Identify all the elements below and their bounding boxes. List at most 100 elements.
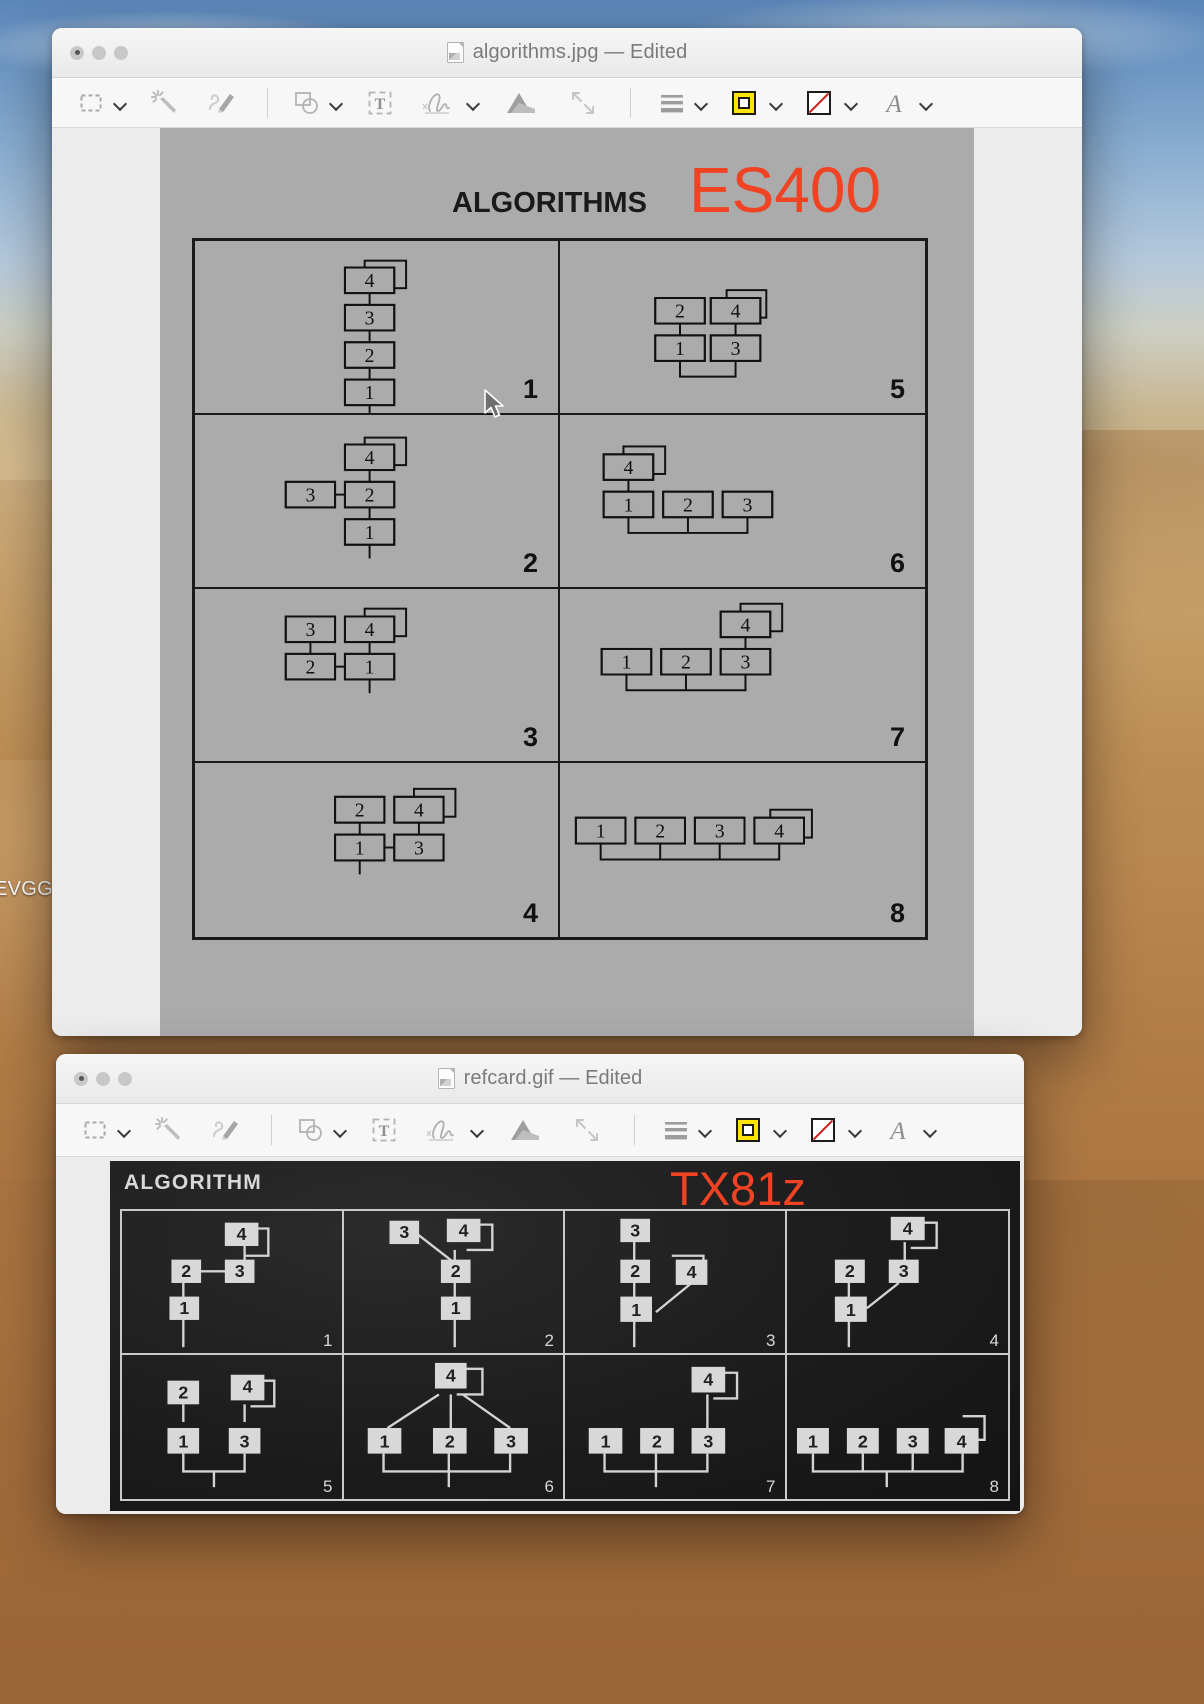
rectangular-selection-icon[interactable] xyxy=(78,1113,112,1147)
algorithm-diagram-5: 2 4 1 3 xyxy=(654,289,768,378)
algorithm-cell[interactable]: 1 2 3 4 8 xyxy=(560,763,925,937)
svg-text:2: 2 xyxy=(675,301,685,323)
markup-icon[interactable] xyxy=(199,86,245,120)
text-icon[interactable]: T xyxy=(361,1113,407,1147)
window-refcard[interactable]: refcard.gif — Edited T A ALGORITHM TX81z… xyxy=(56,1054,1024,1514)
algorithm-cell[interactable]: 4 1 2 3 6 xyxy=(560,415,925,589)
window-title-group: refcard.gif — Edited xyxy=(56,1054,1024,1103)
chevron-down-icon[interactable] xyxy=(470,1123,484,1137)
refcard-cell[interactable]: 4 2 3 1 1 xyxy=(122,1211,344,1355)
svg-text:1: 1 xyxy=(675,338,685,360)
titlebar-refcard[interactable]: refcard.gif — Edited xyxy=(56,1054,1024,1104)
refcard-cell[interactable]: 3 4 2 1 2 xyxy=(343,1211,565,1355)
svg-text:1: 1 xyxy=(623,494,633,516)
svg-text:4: 4 xyxy=(774,821,784,843)
border-color-icon[interactable] xyxy=(724,86,764,120)
instant-alpha-icon[interactable] xyxy=(141,86,187,120)
window-algorithms[interactable]: algorithms.jpg — Edited T A ALGORITHMS E… xyxy=(52,28,1082,1036)
chevron-down-icon[interactable] xyxy=(773,1123,787,1137)
refcard-number: 1 xyxy=(323,1331,333,1350)
svg-text:4: 4 xyxy=(365,447,375,469)
chevron-down-icon[interactable] xyxy=(113,96,127,110)
text-style-icon[interactable]: A xyxy=(878,1113,918,1147)
toolbar-algorithms[interactable]: T A xyxy=(52,78,1082,128)
minimize-button[interactable] xyxy=(92,45,106,60)
close-button[interactable] xyxy=(70,45,84,60)
refcard-diagram-2: 3 4 2 1 xyxy=(388,1218,493,1348)
window-title: algorithms.jpg — Edited xyxy=(472,41,688,63)
svg-text:2: 2 xyxy=(450,1261,460,1281)
chevron-down-icon[interactable] xyxy=(919,96,933,110)
chevron-down-icon[interactable] xyxy=(769,96,783,110)
toolbar-group-style: A xyxy=(655,86,933,120)
image-canvas-refcard[interactable]: ALGORITHM TX81z 4 2 3 1 1 3 4 2 1 2 3 2 … xyxy=(56,1157,1024,1514)
chevron-down-icon[interactable] xyxy=(466,96,480,110)
chevron-down-icon[interactable] xyxy=(698,1123,712,1137)
shape-style-icon[interactable] xyxy=(659,1113,693,1147)
markup-icon[interactable] xyxy=(203,1113,249,1147)
svg-text:2: 2 xyxy=(681,652,691,674)
algorithm-diagram-3: 3 4 2 1 xyxy=(284,607,408,694)
shapes-icon[interactable] xyxy=(290,86,324,120)
rectangular-selection-icon[interactable] xyxy=(74,86,108,120)
svg-text:3: 3 xyxy=(399,1222,409,1242)
refcard-cell[interactable]: 4 2 3 1 4 xyxy=(786,1211,1008,1355)
algorithm-cell[interactable]: 4 3 2 1 2 xyxy=(195,415,560,589)
crop-icon[interactable] xyxy=(560,86,606,120)
titlebar-algorithms[interactable]: algorithms.jpg — Edited xyxy=(52,28,1082,78)
svg-text:4: 4 xyxy=(902,1219,912,1239)
crop-icon[interactable] xyxy=(564,1113,610,1147)
toolbar-divider xyxy=(267,87,268,118)
algorithm-cell[interactable]: 2 4 1 3 4 xyxy=(195,763,560,937)
chevron-down-icon[interactable] xyxy=(117,1123,131,1137)
svg-text:1: 1 xyxy=(450,1298,460,1318)
svg-text:2: 2 xyxy=(652,1432,662,1452)
minimize-button[interactable] xyxy=(96,1071,110,1086)
refcard-cell[interactable]: 4 1 2 3 6 xyxy=(344,1355,565,1499)
algorithm-cell[interactable]: 2 4 1 3 5 xyxy=(560,241,925,415)
refcard-model-annotation: TX81z xyxy=(670,1162,806,1215)
toolbar-refcard[interactable]: T A xyxy=(56,1104,1024,1157)
fill-color-icon[interactable] xyxy=(799,86,839,120)
close-button[interactable] xyxy=(74,1071,88,1086)
chevron-down-icon[interactable] xyxy=(329,96,343,110)
zoom-button[interactable] xyxy=(118,1071,132,1086)
sign-icon[interactable] xyxy=(415,86,461,120)
instant-alpha-icon[interactable] xyxy=(145,1113,191,1147)
adjust-color-icon[interactable] xyxy=(500,1113,550,1147)
algorithm-cell[interactable]: 3 4 2 1 3 xyxy=(195,589,560,763)
shapes-icon[interactable] xyxy=(294,1113,328,1147)
refcard-cell[interactable]: 3 2 4 1 3 xyxy=(565,1211,787,1355)
algorithm-number: 1 xyxy=(522,374,538,404)
chevron-down-icon[interactable] xyxy=(923,1123,937,1137)
chevron-down-icon[interactable] xyxy=(333,1123,347,1137)
svg-text:2: 2 xyxy=(844,1261,854,1281)
adjust-color-icon[interactable] xyxy=(496,86,546,120)
refcard-number: 3 xyxy=(766,1331,776,1350)
svg-text:3: 3 xyxy=(715,821,725,843)
refcard-cell[interactable]: 4 1 2 3 7 xyxy=(565,1355,787,1499)
toolbar-group-style: A xyxy=(659,1113,937,1147)
refcard-cell[interactable]: 2 4 1 3 5 xyxy=(122,1355,344,1499)
zoom-button[interactable] xyxy=(114,45,128,60)
fill-color-icon[interactable] xyxy=(803,1113,843,1147)
text-icon[interactable]: T xyxy=(357,86,403,120)
text-style-icon[interactable]: A xyxy=(874,86,914,120)
algorithm-cell[interactable]: 4 3 2 1 1 xyxy=(195,241,560,415)
chevron-down-icon[interactable] xyxy=(694,96,708,110)
desktop-icon-label[interactable]: EVGG xyxy=(0,878,53,901)
refcard-cell[interactable]: 1 2 3 4 8 xyxy=(787,1355,1009,1499)
border-color-icon[interactable] xyxy=(728,1113,768,1147)
image-heading: ALGORITHMS xyxy=(452,187,647,219)
toolbar-divider xyxy=(634,1115,635,1145)
chevron-down-icon[interactable] xyxy=(844,96,858,110)
shape-style-icon[interactable] xyxy=(655,86,689,120)
refcard-number: 8 xyxy=(989,1477,999,1496)
svg-text:1: 1 xyxy=(631,1300,641,1320)
algorithm-number: 6 xyxy=(889,548,905,578)
chevron-down-icon[interactable] xyxy=(848,1123,862,1137)
image-canvas-algorithms[interactable]: ALGORITHMS ES400 4 3 2 1 1 2 4 1 3 5 4 3… xyxy=(52,128,1082,1036)
sign-icon[interactable] xyxy=(419,1113,465,1147)
svg-text:4: 4 xyxy=(237,1224,247,1244)
algorithm-cell[interactable]: 4 1 2 3 7 xyxy=(560,589,925,763)
